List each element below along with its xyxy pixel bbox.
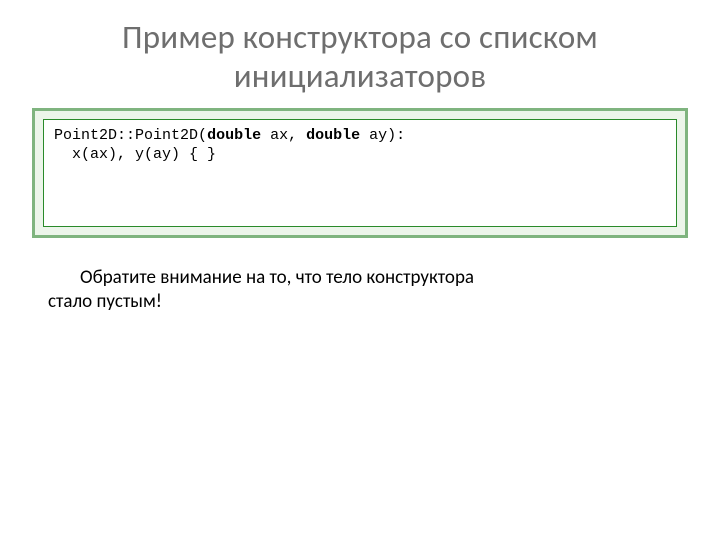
note-line1: Обратите внимание на то, что тело констр… (48, 266, 672, 290)
code-line2: x(ax), y(ay) { } (54, 146, 216, 163)
note-text: Обратите внимание на то, что тело констр… (48, 266, 672, 314)
code-kw-double-2: double (306, 127, 360, 144)
code-frame-outer: Point2D::Point2D(double ax, double ay): … (32, 108, 688, 238)
code-param2: ay): (360, 127, 405, 144)
code-block: Point2D::Point2D(double ax, double ay): … (54, 126, 666, 164)
code-scope: :: (117, 127, 135, 144)
note-line2: стало пустым! (48, 290, 162, 313)
code-frame-inner: Point2D::Point2D(double ax, double ay): … (43, 119, 677, 227)
slide: Пример конструктора со списком инициализ… (0, 0, 720, 540)
slide-title: Пример конструктора со списком инициализ… (0, 0, 720, 104)
code-open-paren: ( (198, 127, 207, 144)
code-ctor: Point2D (135, 127, 198, 144)
code-class: Point2D (54, 127, 117, 144)
code-kw-double-1: double (207, 127, 261, 144)
code-param1: ax, (261, 127, 306, 144)
